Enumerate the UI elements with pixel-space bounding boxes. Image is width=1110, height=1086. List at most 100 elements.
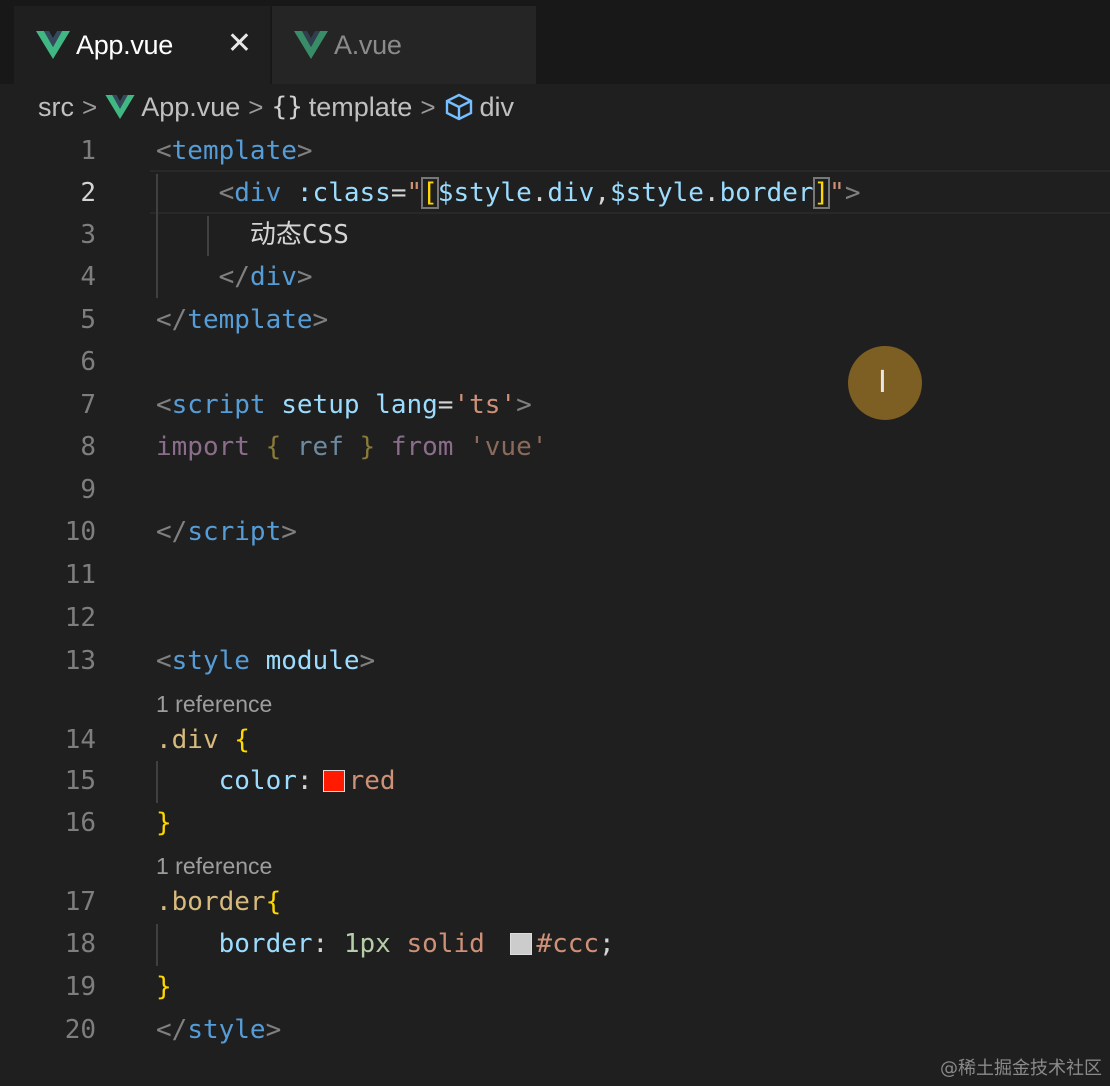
code-line[interactable]: 2 <div :class="[$style.div,$style.border… [0, 172, 1110, 214]
code-token: { [265, 887, 282, 917]
code-token: style [171, 646, 250, 676]
code-token: . [531, 178, 548, 208]
code-line[interactable]: 20 </style> [0, 1009, 1110, 1051]
line-number: 4 [80, 262, 96, 292]
code-line[interactable]: 1 <template> [0, 130, 1110, 172]
code-token: div [234, 178, 282, 208]
code-token: > [296, 262, 313, 292]
code-token: module [265, 646, 360, 676]
chevron-right-icon: > [420, 91, 436, 122]
code-token: setup [281, 390, 360, 420]
code-token: </ [156, 517, 188, 547]
code-line[interactable]: 5 </template> [0, 299, 1110, 341]
code-text: color: red [156, 760, 396, 802]
code-token: template [171, 136, 297, 166]
code-token: > [516, 390, 532, 420]
code-token: [ [421, 177, 439, 209]
code-line[interactable]: 18 border: 1px solid #ccc; [0, 923, 1110, 965]
codelens-reference[interactable]: 1 reference [156, 848, 272, 884]
code-line[interactable]: 4 </div> [0, 256, 1110, 298]
code-token: " [829, 178, 845, 208]
code-token: { [234, 725, 250, 755]
codelens-reference[interactable]: 1 reference [156, 686, 272, 722]
cube-icon [445, 93, 472, 121]
code-token: border [218, 929, 313, 959]
code-token: div [547, 178, 595, 208]
code-line[interactable]: 15 color: red [0, 760, 1110, 802]
line-number: 5 [80, 305, 96, 335]
line-number: 1 [80, 136, 96, 166]
line-number: 3 [80, 220, 96, 250]
code-token: > [296, 136, 313, 166]
code-token: } [359, 432, 376, 462]
vue-logo-icon [294, 31, 328, 59]
code-line[interactable]: 10 </script> [0, 511, 1110, 553]
code-token: { [265, 432, 282, 462]
code-token: . [703, 178, 720, 208]
line-number: 16 [64, 808, 96, 838]
code-token: </ [218, 262, 250, 292]
code-token: #ccc [536, 929, 600, 959]
code-token: 1px [343, 929, 391, 959]
line-number: 7 [80, 390, 96, 420]
code-token: , [594, 178, 610, 208]
code-token: : [312, 929, 344, 959]
code-token: 'ts' [453, 390, 517, 420]
code-line[interactable]: 13 <style module> [0, 640, 1110, 682]
code-token: .div [156, 725, 219, 755]
code-token: div [249, 262, 297, 292]
line-number: 6 [80, 347, 96, 377]
code-line[interactable]: 9 [0, 469, 1110, 511]
code-token: solid [406, 929, 485, 959]
code-token: < [156, 136, 172, 166]
code-token: ] [812, 177, 831, 209]
code-line[interactable]: 12 [0, 597, 1110, 639]
tab-app-vue[interactable]: App.vue ✕ [14, 6, 270, 84]
breadcrumb-item-src[interactable]: src [38, 92, 74, 123]
chevron-right-icon: > [82, 91, 98, 122]
code-line[interactable]: 19} [0, 966, 1110, 1008]
line-number: 15 [64, 766, 96, 796]
code-token: from [390, 432, 454, 462]
code-text: <style module> [156, 640, 375, 682]
code-token: " [406, 178, 423, 208]
code-line[interactable]: 16} [0, 802, 1110, 844]
breadcrumb-item-div[interactable]: div [480, 92, 515, 123]
code-line[interactable]: 7 <script setup lang='ts'> [0, 384, 1110, 426]
code-line[interactable]: 3 动态CSS [0, 214, 1110, 256]
tab-a-vue[interactable]: A.vue [272, 6, 536, 84]
tab-label: A.vue [334, 29, 402, 60]
code-line[interactable]: 11 [0, 554, 1110, 596]
code-text: <template> [156, 130, 313, 172]
code-line[interactable]: 14 .div { [0, 719, 1110, 761]
code-token: ; [599, 929, 615, 959]
line-number: 8 [80, 432, 96, 462]
code-line[interactable]: 6 [0, 341, 1110, 383]
code-token: } [156, 808, 172, 838]
code-text: .border{ [156, 881, 281, 923]
line-number: 13 [64, 646, 96, 676]
code-text: </div> [156, 256, 313, 298]
tab-bar: App.vue ✕ A.vue [0, 0, 1110, 84]
code-token: 'vue' [469, 432, 548, 462]
code-token: > [844, 178, 861, 208]
close-icon[interactable]: ✕ [227, 24, 252, 64]
code-token: = [390, 178, 407, 208]
code-line[interactable]: 8 import { ref } from 'vue' [0, 426, 1110, 468]
code-token: } [156, 972, 172, 1002]
line-number: 2 [80, 178, 96, 208]
code-token: red [348, 766, 396, 796]
color-swatch[interactable] [322, 770, 345, 792]
code-text: } [156, 966, 172, 1008]
breadcrumb-item-template[interactable]: template [309, 92, 413, 123]
color-swatch[interactable] [510, 933, 533, 955]
breadcrumb-item-app-vue[interactable]: App.vue [141, 92, 240, 123]
code-line[interactable]: 17 .border{ [0, 881, 1110, 923]
line-number: 11 [64, 560, 96, 590]
code-token: import [156, 432, 250, 462]
